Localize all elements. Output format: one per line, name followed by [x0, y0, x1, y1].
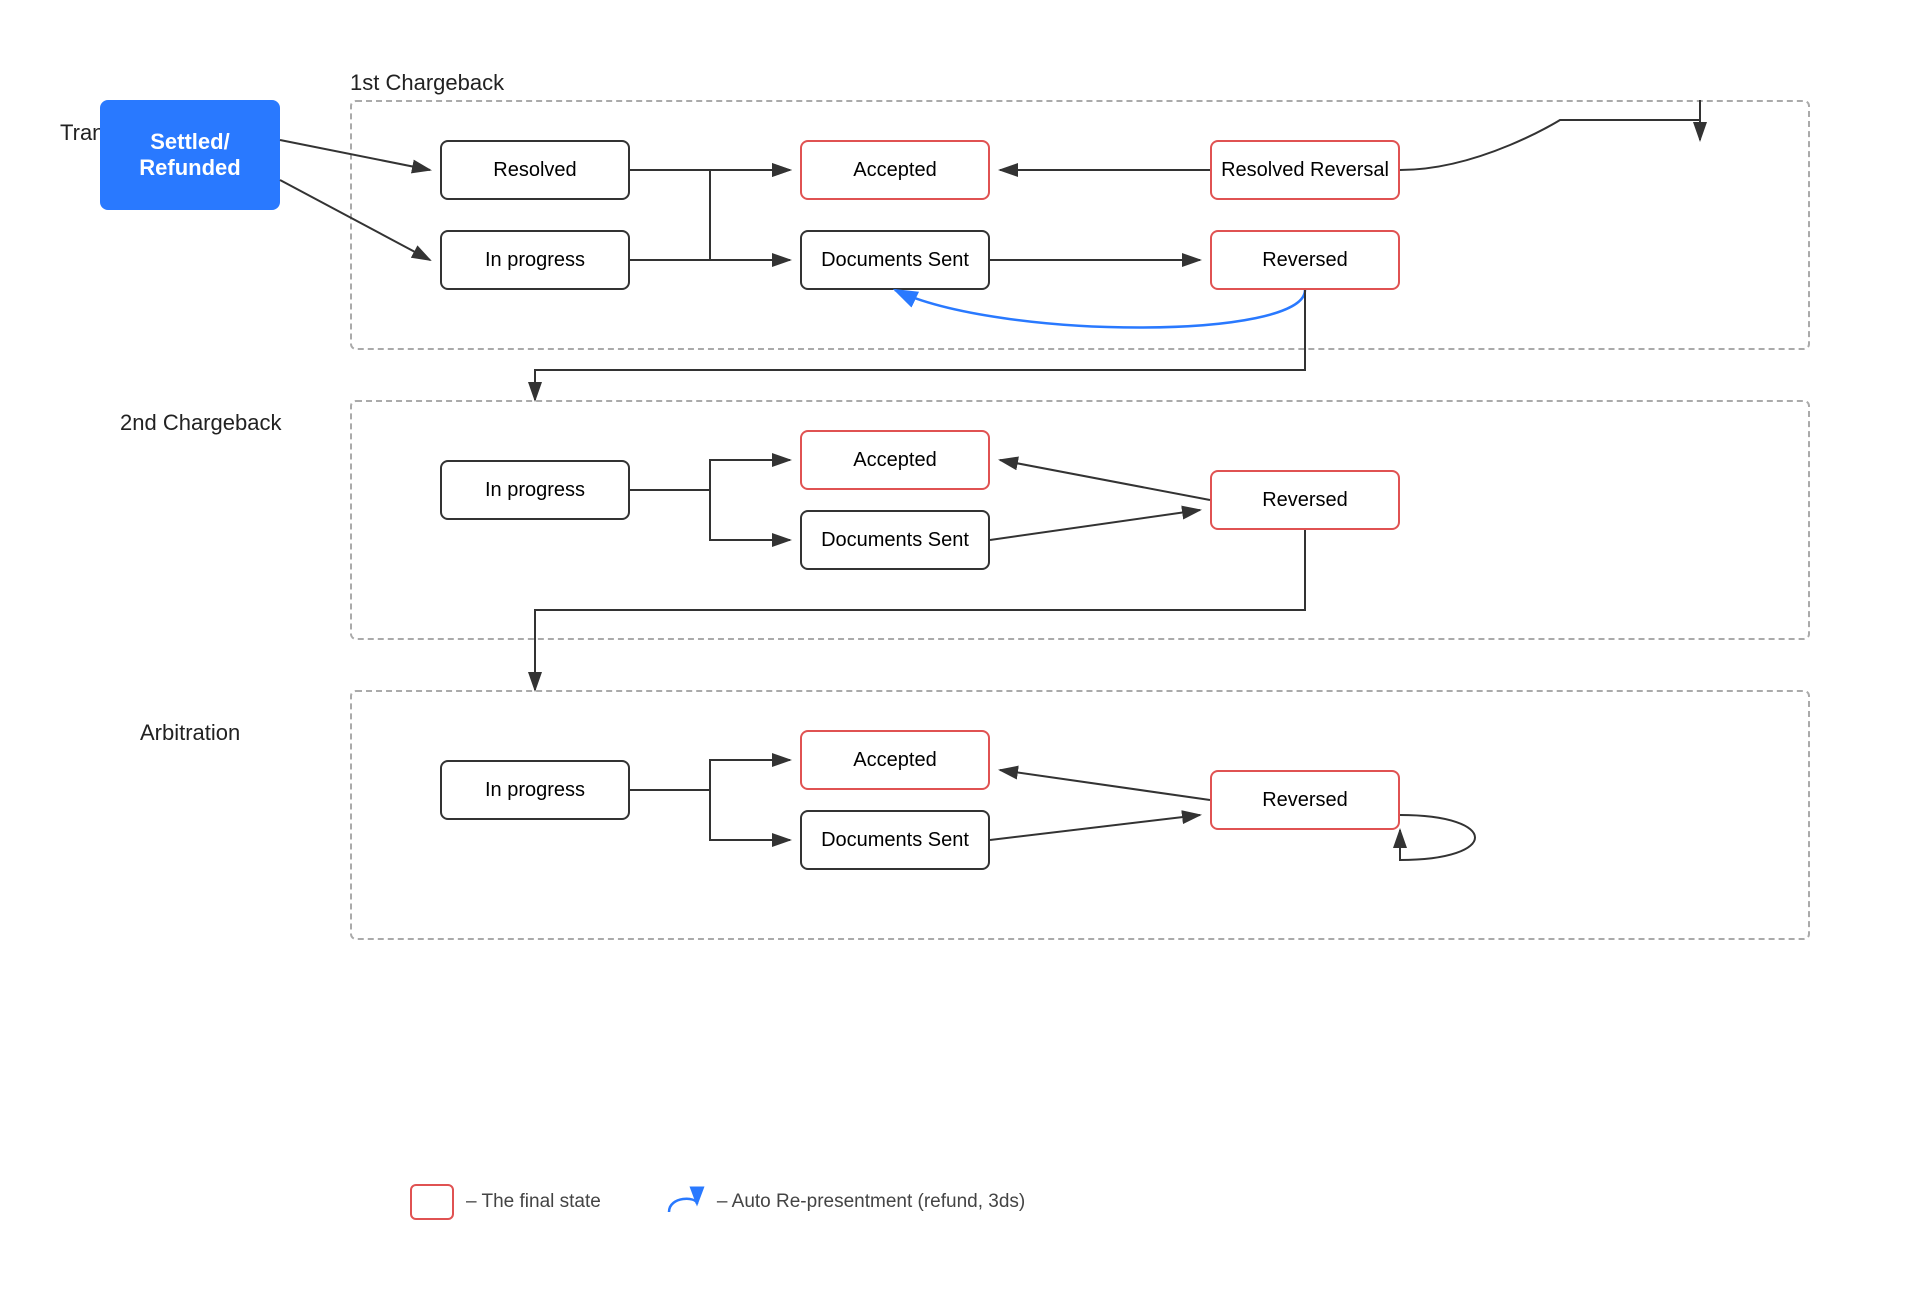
cb2-reversed-node: Reversed [1210, 470, 1400, 530]
arbitration-label: Arbitration [140, 720, 240, 746]
legend-auto-representment-label: – Auto Re-presentment (refund, 3ds) [717, 1191, 1025, 1213]
legend-final-state-label: – The final state [466, 1191, 601, 1213]
chargeback2-box [350, 400, 1810, 640]
legend-final-state: – The final state [410, 1184, 601, 1220]
cb1-reversed-node: Reversed [1210, 230, 1400, 290]
cb2-documents-sent-node: Documents Sent [800, 510, 990, 570]
arb-accepted-node: Accepted [800, 730, 990, 790]
arb-documents-sent-node: Documents Sent [800, 810, 990, 870]
arb-reversed-node: Reversed [1210, 770, 1400, 830]
legend-final-state-box [410, 1184, 454, 1220]
cb1-accepted-node: Accepted [800, 140, 990, 200]
legend-auto-representment-icon [661, 1184, 705, 1220]
cb1-documents-sent-node: Documents Sent [800, 230, 990, 290]
cb2-in-progress-node: In progress [440, 460, 630, 520]
transaction-node: Settled/ Refunded [100, 100, 280, 210]
chargeback2-label: 2nd Chargeback [120, 410, 281, 436]
chargeback1-box [350, 100, 1810, 350]
diagram-container: Transaction 1st Chargeback 2nd Chargebac… [60, 40, 1860, 1260]
cb2-accepted-node: Accepted [800, 430, 990, 490]
arb-in-progress-node: In progress [440, 760, 630, 820]
chargeback1-label: 1st Chargeback [350, 70, 504, 96]
legend-auto-representment: – Auto Re-presentment (refund, 3ds) [661, 1184, 1025, 1220]
cb1-resolved-node: Resolved [440, 140, 630, 200]
legend: – The final state – Auto Re-presentment … [410, 1184, 1025, 1220]
cb1-in-progress-node: In progress [440, 230, 630, 290]
cb1-resolved-reversal-node: Resolved Reversal [1210, 140, 1400, 200]
